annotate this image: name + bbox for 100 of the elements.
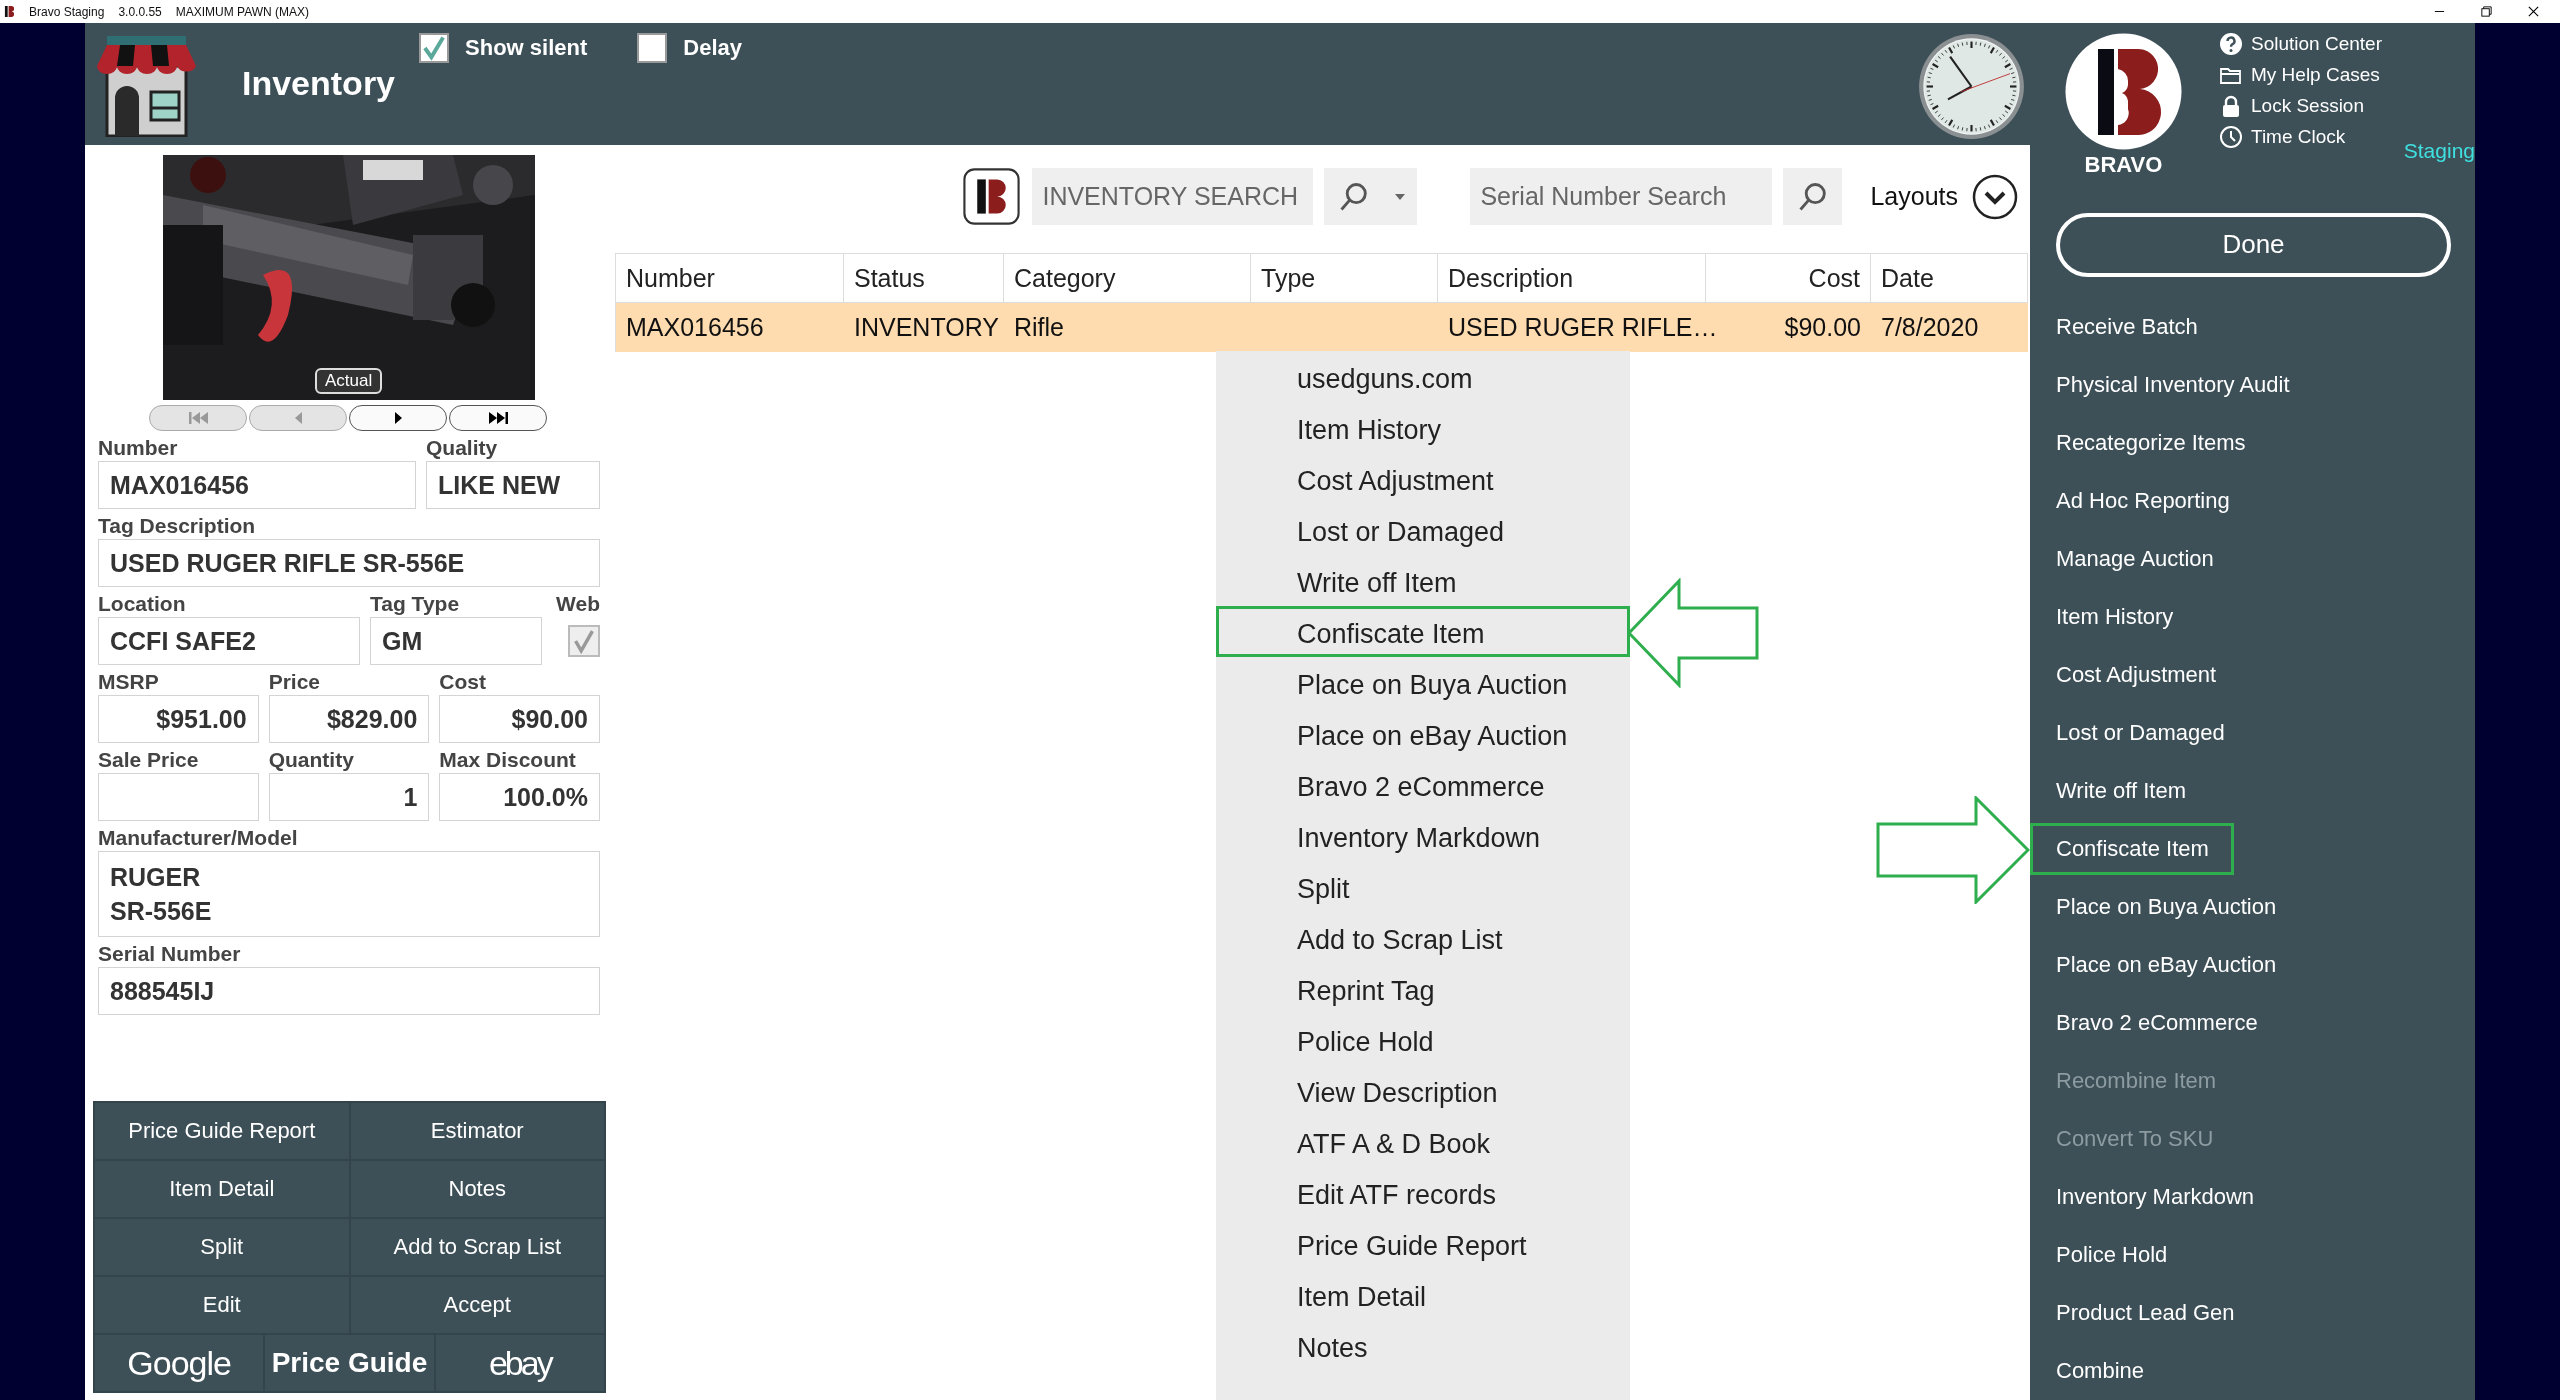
input-field[interactable]: $90.00 <box>439 695 600 743</box>
sidebar-item[interactable]: Product Lead Gen <box>2030 1287 2260 1339</box>
input-field[interactable]: GM <box>370 617 542 665</box>
table-cell: $90.00 <box>1784 313 1861 341</box>
caret-icon <box>1394 192 1407 201</box>
menu-item[interactable]: Police Hold <box>1216 1014 1630 1065</box>
serial-search-field[interactable]: Serial Number Search <box>1470 168 1773 225</box>
input-field[interactable]: MAX016456 <box>98 461 416 509</box>
menu-item[interactable]: Place on Buya Auction <box>1216 657 1630 708</box>
next-photo-button[interactable] <box>349 405 447 431</box>
menu-item[interactable]: Item Detail <box>1216 1269 1630 1320</box>
help-link[interactable]: Lock Session <box>2251 94 2364 117</box>
menu-item[interactable]: Price Guide Report <box>1216 1218 1630 1269</box>
menu-item[interactable]: Item History <box>1216 402 1630 453</box>
checkbox-label: Delay <box>683 35 742 61</box>
inventory-search-field[interactable]: INVENTORY SEARCH <box>1032 168 1314 225</box>
help-link[interactable]: Time Clock <box>2251 125 2346 148</box>
close-icon[interactable] <box>2527 5 2540 18</box>
action-button[interactable]: Edit <box>95 1277 349 1333</box>
table-cell: MAX016456 <box>626 313 764 341</box>
clock-icon <box>2219 124 2243 149</box>
sidebar-item[interactable]: Place on Buya Auction <box>2030 881 2302 933</box>
table-cell: INVENTORY <box>854 313 999 341</box>
menu-item[interactable]: Place on eBay Auction <box>1216 708 1630 759</box>
menu-item[interactable]: Inventory Markdown <box>1216 810 1630 861</box>
menu-item[interactable]: Cost Adjustment <box>1216 453 1630 504</box>
lookup-button[interactable]: Google <box>95 1335 264 1391</box>
help-link[interactable]: Solution Center <box>2251 32 2382 55</box>
sidebar-item[interactable]: Manage Auction <box>2030 533 2239 585</box>
sidebar-item[interactable]: Confiscate Item <box>2030 823 2234 875</box>
menu-item[interactable]: Write off Item <box>1216 555 1630 606</box>
sidebar-item[interactable]: Place on eBay Auction <box>2030 939 2302 991</box>
action-button[interactable]: Estimator <box>350 1103 604 1159</box>
sidebar-item[interactable]: Bravo 2 eCommerce <box>2030 997 2283 1049</box>
field-label: Serial Number <box>98 941 242 967</box>
input-field[interactable]: USED RUGER RIFLE SR-556E <box>98 539 600 587</box>
menu-item[interactable]: Split <box>1216 861 1630 912</box>
input-field[interactable]: $829.00 <box>268 695 430 743</box>
menu-item[interactable]: Lost or Damaged <box>1216 504 1630 555</box>
lookup-button[interactable]: Price Guide <box>265 1335 434 1391</box>
sidebar-item[interactable]: Ad Hoc Reporting <box>2030 475 2255 527</box>
menu-item[interactable]: Reprint Tag <box>1216 963 1630 1014</box>
sidebar-item[interactable]: Receive Batch <box>2030 301 2223 353</box>
sidebar-item[interactable]: Combine <box>2030 1345 2170 1397</box>
action-button[interactable]: Price Guide Report <box>95 1103 349 1159</box>
layouts-label[interactable]: Layouts <box>1870 182 1958 211</box>
checkbox-label: Show silent <box>465 35 588 61</box>
input-field[interactable]: RUGER SR-556E <box>98 851 600 937</box>
sidebar-item[interactable]: Write off Item <box>2030 765 2211 817</box>
clock-icon <box>1918 33 2025 140</box>
help-link[interactable]: My Help Cases <box>2251 63 2380 86</box>
sidebar-item[interactable]: Inventory Markdown <box>2030 1171 2280 1223</box>
action-button[interactable]: Split <box>95 1219 349 1275</box>
app-name: Bravo Staging <box>29 4 105 19</box>
menu-item[interactable]: Bravo 2 eCommerce <box>1216 759 1630 810</box>
menu-item[interactable]: View Description <box>1216 1065 1630 1116</box>
store-name: MAXIMUM PAWN (MAX) <box>175 4 310 19</box>
action-button[interactable]: Add to Scrap List <box>350 1219 604 1275</box>
sidebar-item[interactable]: Item History <box>2030 591 2199 643</box>
brand-name: BRAVO <box>2084 152 2163 178</box>
action-button[interactable]: Accept <box>350 1277 604 1333</box>
skip-forward-icon <box>488 412 508 424</box>
help-icon <box>2219 31 2243 56</box>
menu-item[interactable]: Notes <box>1216 1320 1630 1371</box>
input-field[interactable]: LIKE NEW <box>426 461 600 509</box>
field-label: Location <box>98 591 187 617</box>
last-photo-button[interactable] <box>449 405 547 431</box>
sidebar-item[interactable]: Cost Adjustment <box>2030 649 2242 701</box>
search-button[interactable] <box>1783 168 1843 225</box>
input-field[interactable]: 888545IJ <box>98 967 600 1015</box>
field-label: Tag Type <box>370 591 461 617</box>
menu-item[interactable]: usedguns.com <box>1216 351 1630 402</box>
sidebar-item[interactable]: Recategorize Items <box>2030 417 2271 469</box>
menu-item[interactable]: Add to Scrap List <box>1216 912 1630 963</box>
lookup-button[interactable]: ebay <box>435 1335 604 1391</box>
sidebar-item[interactable]: Physical Inventory Audit <box>2030 359 2315 411</box>
logo-icon[interactable] <box>962 168 1022 225</box>
action-button[interactable]: Item Detail <box>95 1161 349 1217</box>
input-field[interactable]: 1 <box>268 773 430 821</box>
menu-item[interactable]: ATF A & D Book <box>1216 1116 1630 1167</box>
input-field[interactable]: CCFI SAFE2 <box>98 617 360 665</box>
input-field[interactable] <box>98 773 259 821</box>
sidebar-item[interactable]: Lost or Damaged <box>2030 707 2250 759</box>
done-button[interactable]: Done <box>2056 212 2451 277</box>
input-field[interactable]: $951.00 <box>98 695 259 743</box>
skip-back-icon <box>188 412 208 424</box>
triangle-left-icon <box>294 412 302 424</box>
search-button[interactable] <box>1324 168 1384 225</box>
action-button[interactable]: Notes <box>350 1161 604 1217</box>
restore-icon[interactable] <box>2480 5 2493 18</box>
chevron-down-icon[interactable] <box>1972 173 2018 220</box>
photo-badge[interactable]: Actual <box>315 368 383 394</box>
field-label: Price <box>268 669 322 695</box>
checkbox[interactable] <box>419 33 450 63</box>
menu-item[interactable]: Confiscate Item <box>1216 606 1630 657</box>
input-field[interactable]: 100.0% <box>439 773 600 821</box>
checkbox[interactable] <box>637 33 668 63</box>
menu-item[interactable]: Edit ATF records <box>1216 1167 1630 1218</box>
sidebar-item[interactable]: Police Hold <box>2030 1229 2193 1281</box>
app-version: 3.0.0.55 <box>118 4 162 19</box>
